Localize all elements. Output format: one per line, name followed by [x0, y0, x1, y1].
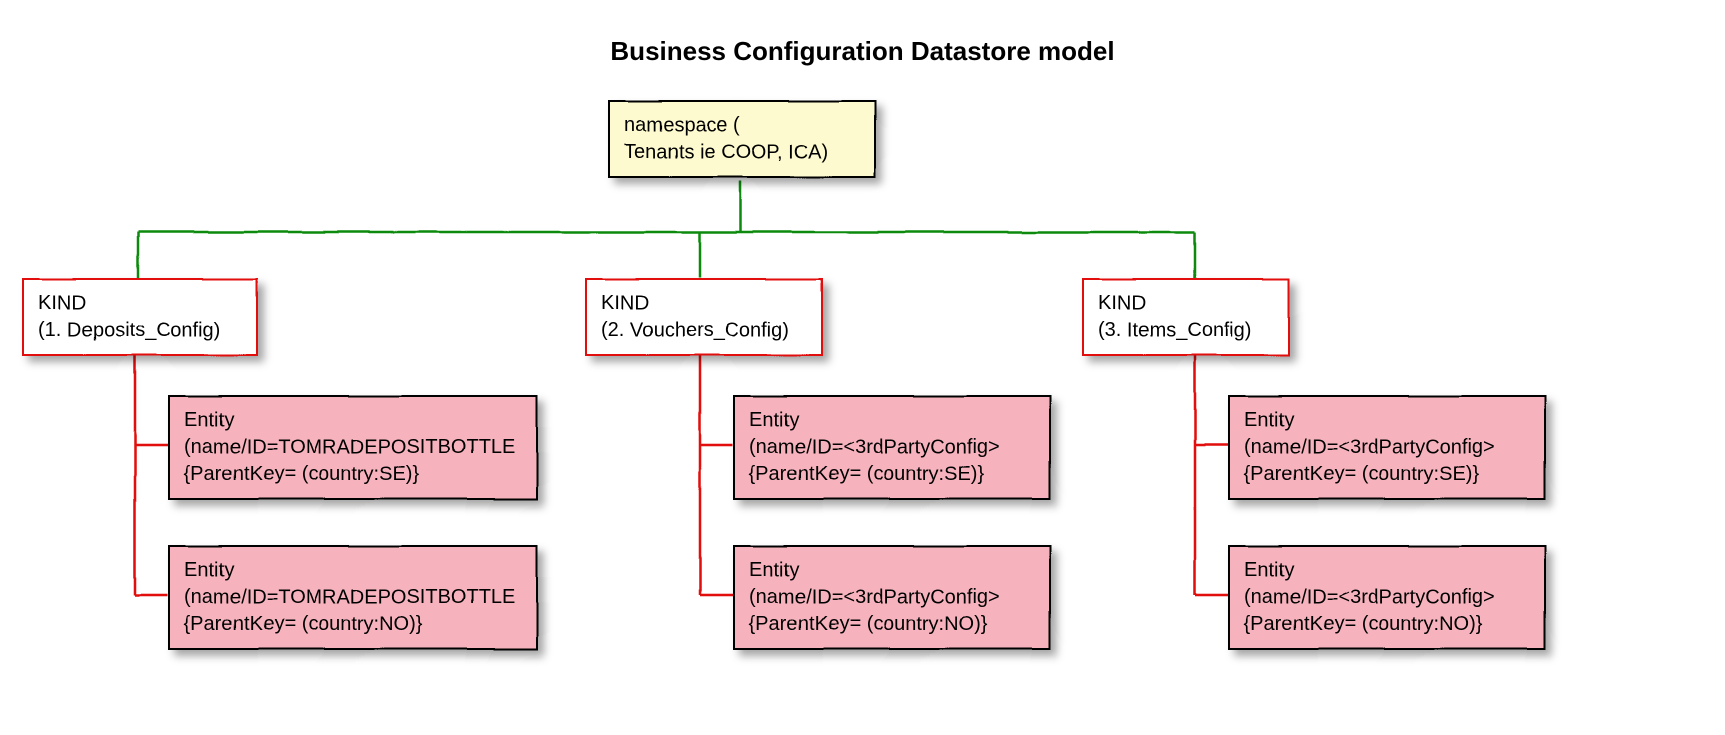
- entity-label: Entity: [1244, 557, 1530, 584]
- entity-label: Entity: [749, 557, 1035, 584]
- diagram-canvas: Business Configuration Datastore model n…: [0, 0, 1725, 735]
- entity-parentkey: {ParentKey= (country:NO)}: [749, 611, 1035, 638]
- entity-label: Entity: [749, 407, 1035, 434]
- kind-name: (1. Deposits_Config): [38, 317, 242, 344]
- entity-box-vouchers-no: Entity (name/ID=<3rdPartyConfig> {Parent…: [733, 545, 1051, 650]
- kind-label: KIND: [38, 290, 242, 317]
- entity-box-items-se: Entity (name/ID=<3rdPartyConfig> {Parent…: [1228, 395, 1546, 500]
- entity-id: (name/ID=<3rdPartyConfig>: [1244, 434, 1530, 461]
- namespace-line1: namespace (: [624, 112, 860, 139]
- entity-parentkey: {ParentKey= (country:NO)}: [1244, 611, 1530, 638]
- namespace-box: namespace ( Tenants ie COOP, ICA): [608, 100, 876, 178]
- entity-box-deposits-se: Entity (name/ID=TOMRADEPOSITBOTTLE {Pare…: [168, 395, 538, 500]
- entity-label: Entity: [184, 557, 522, 584]
- kind-label: KIND: [1098, 290, 1274, 317]
- entity-box-vouchers-se: Entity (name/ID=<3rdPartyConfig> {Parent…: [733, 395, 1051, 500]
- entity-label: Entity: [1244, 407, 1530, 434]
- kind-box-items: KIND (3. Items_Config): [1082, 278, 1290, 356]
- entity-id: (name/ID=<3rdPartyConfig>: [749, 584, 1035, 611]
- entity-parentkey: {ParentKey= (country:SE)}: [1244, 461, 1530, 488]
- entity-parentkey: {ParentKey= (country:SE)}: [749, 461, 1035, 488]
- entity-parentkey: {ParentKey= (country:SE)}: [184, 461, 522, 488]
- kind-name: (3. Items_Config): [1098, 317, 1274, 344]
- kind-label: KIND: [601, 290, 807, 317]
- namespace-to-kind-connectors: [138, 180, 1195, 278]
- diagram-title: Business Configuration Datastore model: [0, 36, 1725, 67]
- entity-label: Entity: [184, 407, 522, 434]
- entity-parentkey: {ParentKey= (country:NO)}: [184, 611, 522, 638]
- entity-id: (name/ID=TOMRADEPOSITBOTTLE: [184, 434, 522, 461]
- namespace-line2: Tenants ie COOP, ICA): [624, 139, 860, 166]
- entity-id: (name/ID=TOMRADEPOSITBOTTLE: [184, 584, 522, 611]
- kind-name: (2. Vouchers_Config): [601, 317, 807, 344]
- entity-box-items-no: Entity (name/ID=<3rdPartyConfig> {Parent…: [1228, 545, 1546, 650]
- entity-box-deposits-no: Entity (name/ID=TOMRADEPOSITBOTTLE {Pare…: [168, 545, 538, 650]
- kind-box-vouchers: KIND (2. Vouchers_Config): [585, 278, 823, 356]
- entity-id: (name/ID=<3rdPartyConfig>: [749, 434, 1035, 461]
- kind-box-deposits: KIND (1. Deposits_Config): [22, 278, 258, 356]
- entity-id: (name/ID=<3rdPartyConfig>: [1244, 584, 1530, 611]
